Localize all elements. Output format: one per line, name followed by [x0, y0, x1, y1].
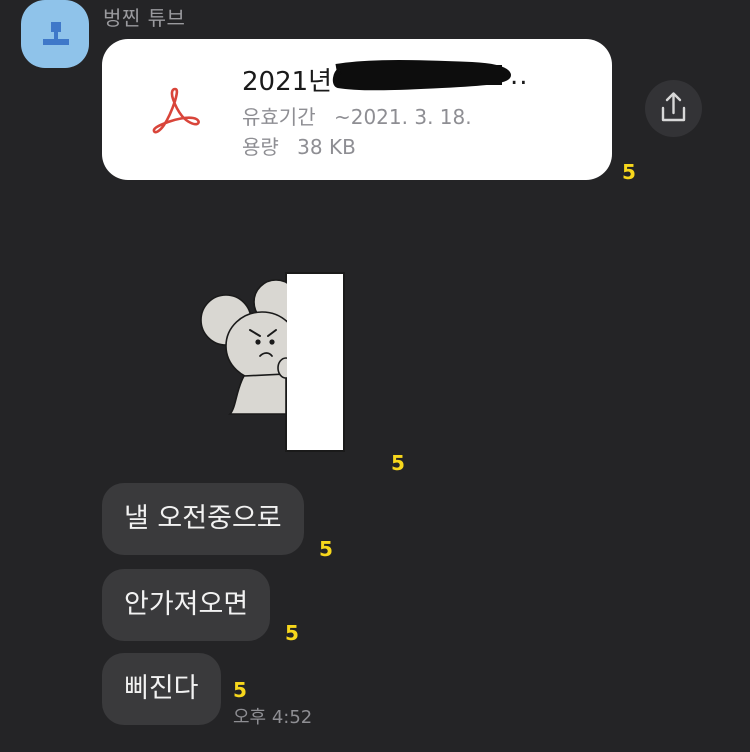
file-expiry-value: ~2021. 3. 18.	[333, 105, 472, 129]
share-button[interactable]	[645, 80, 702, 137]
unread-count: 5	[622, 160, 636, 184]
file-expiry-row: 유효기간 ~2021. 3. 18.	[242, 101, 472, 130]
file-size-row: 용량 38 KB	[242, 131, 356, 160]
unread-count: 5	[319, 537, 333, 561]
chat-room: 벙찐 튜브 2021년 .. 유효기간 ~2021. 3. 18. 용량 38 …	[0, 0, 750, 752]
unread-count: 5	[391, 451, 405, 475]
unread-count: 5	[285, 621, 299, 645]
text-message-bubble[interactable]: 삐진다	[102, 653, 221, 725]
file-expiry-label: 유효기간	[242, 105, 316, 129]
share-icon	[661, 92, 686, 122]
sender-name: 벙찐 튜브	[103, 6, 186, 30]
pdf-acrobat-icon	[152, 87, 200, 134]
text-message-bubble[interactable]: 낼 오전중으로	[102, 483, 304, 555]
unread-count: 5	[233, 678, 247, 702]
file-message-bubble[interactable]: 2021년 .. 유효기간 ~2021. 3. 18. 용량 38 KB	[102, 39, 612, 180]
file-name: 2021년	[242, 67, 333, 97]
mouse-peeking-sticker[interactable]	[190, 268, 360, 458]
file-size-label: 용량	[242, 135, 279, 159]
file-size-value: 38 KB	[297, 135, 356, 159]
file-name-ellipsis: ..	[510, 61, 529, 91]
message-timestamp: 오후 4:52	[233, 707, 313, 728]
profile-avatar[interactable]	[21, 0, 89, 68]
redaction-scribble	[332, 60, 511, 91]
text-message-bubble[interactable]: 안가져오면	[102, 569, 271, 641]
default-profile-icon	[43, 22, 69, 45]
